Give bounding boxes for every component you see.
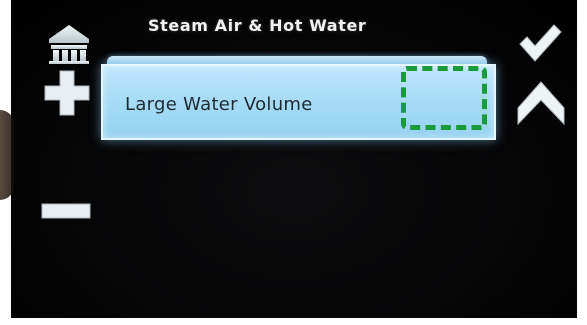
bezel-edge bbox=[0, 110, 14, 200]
scroll-up-button[interactable] bbox=[516, 78, 566, 126]
home-icon bbox=[49, 25, 89, 64]
checkmark-icon bbox=[519, 24, 562, 62]
field-tab bbox=[107, 56, 487, 64]
device-photo: Steam Air & Hot Water Large Water Volume bbox=[0, 0, 587, 325]
increase-button[interactable] bbox=[42, 68, 92, 118]
setting-label: Large Water Volume bbox=[125, 94, 313, 115]
touch-screen bbox=[11, 0, 577, 318]
confirm-button[interactable] bbox=[517, 22, 563, 64]
annotation-highlight-box bbox=[401, 66, 487, 130]
minus-icon bbox=[41, 203, 91, 219]
chevron-up-icon bbox=[517, 81, 565, 126]
plus-icon bbox=[44, 70, 90, 116]
screen-title: Steam Air & Hot Water bbox=[148, 16, 367, 35]
decrease-button[interactable] bbox=[40, 200, 92, 222]
home-button[interactable] bbox=[45, 22, 93, 64]
